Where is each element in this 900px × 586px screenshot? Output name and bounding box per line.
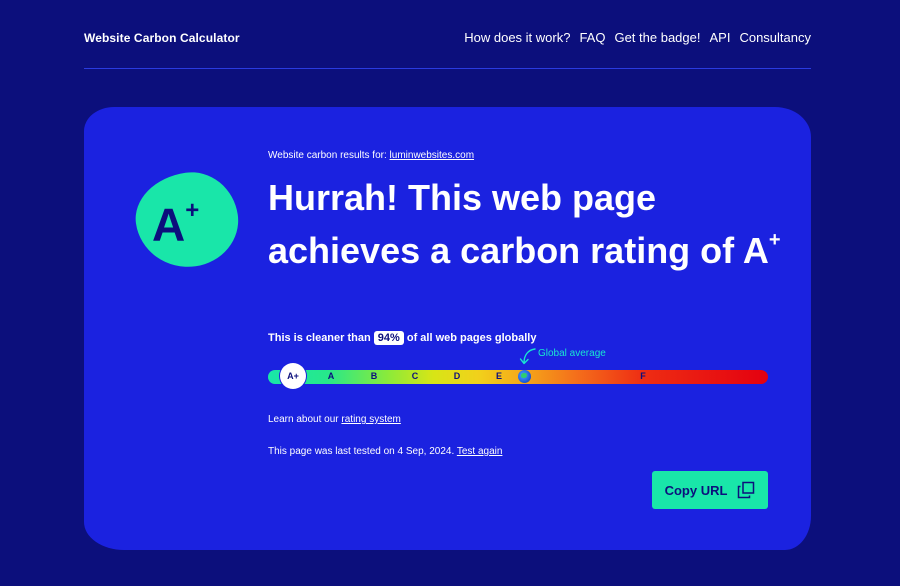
nav-get-badge[interactable]: Get the badge! — [614, 30, 700, 45]
result-url-link[interactable]: luminwebsites.com — [390, 150, 474, 161]
grade-label-c: C — [411, 371, 419, 381]
copy-icon — [738, 481, 755, 499]
current-rating-marker: A+ — [280, 363, 306, 389]
nav-api[interactable]: API — [709, 30, 730, 45]
rating-scale: A B C D E F Global average A+ — [268, 348, 768, 389]
result-card: A+ Website carbon results for: luminwebs… — [84, 107, 811, 550]
main-nav: How does it work? FAQ Get the badge! API… — [464, 30, 811, 45]
copy-url-button[interactable]: Copy URL — [652, 471, 768, 509]
page-title: Hurrah! This web page achieves a carbon … — [268, 177, 781, 271]
grade-label-f: F — [640, 371, 646, 381]
grade-label-e: E — [495, 371, 503, 381]
results-for: Website carbon results for: luminwebsite… — [268, 150, 475, 161]
grade-label-d: D — [453, 371, 461, 381]
rating-badge-text: A+ — [152, 197, 200, 251]
site-header: Website Carbon Calculator How does it wo… — [84, 0, 811, 69]
copy-url-label: Copy URL — [664, 482, 728, 498]
grade-label-a: A — [327, 371, 335, 381]
learn-about-text: Learn about our rating system — [268, 414, 401, 425]
globe-land — [521, 373, 527, 378]
rating-system-link[interactable]: rating system — [341, 414, 400, 425]
page: Website Carbon Calculator How does it wo… — [0, 0, 900, 586]
cleaner-than-text: This is cleaner than 94% of all web page… — [268, 331, 537, 345]
percent-badge: 94% — [373, 331, 404, 345]
nav-consultancy[interactable]: Consultancy — [739, 30, 811, 45]
grade-label-b: B — [370, 371, 378, 381]
nav-how-it-works[interactable]: How does it work? — [464, 30, 570, 45]
site-logo[interactable]: Website Carbon Calculator — [84, 31, 240, 45]
nav-faq[interactable]: FAQ — [579, 30, 605, 45]
global-average-label: Global average — [538, 348, 606, 359]
last-tested-text: This page was last tested on 4 Sep, 2024… — [268, 446, 503, 457]
test-again-link[interactable]: Test again — [457, 446, 503, 457]
